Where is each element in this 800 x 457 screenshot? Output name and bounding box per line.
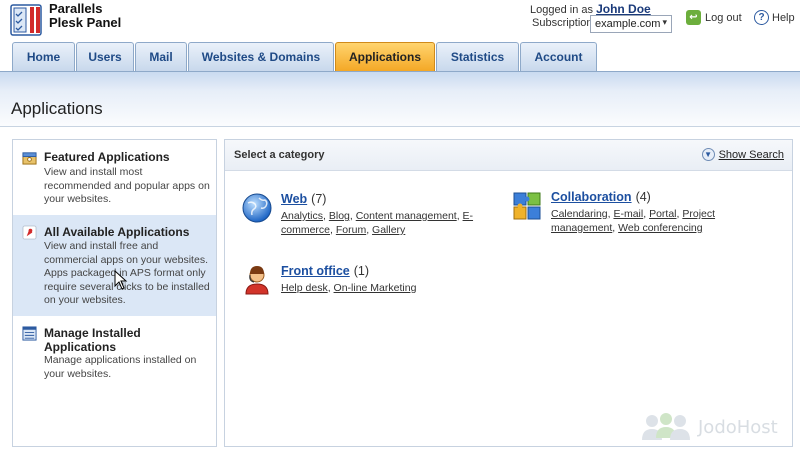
subcategory-link-content-management[interactable]: Content management <box>356 210 457 222</box>
logout-label: Log out <box>705 11 742 24</box>
parallels-logo-icon <box>10 4 42 36</box>
sidebar-item-title: All Available Applications <box>44 225 190 239</box>
category-web-link[interactable]: Web (7) <box>281 192 326 206</box>
category-name: Front office <box>281 264 350 278</box>
subcategory-link-e-mail[interactable]: E-mail <box>613 208 643 220</box>
category-collaboration-link[interactable]: Collaboration (4) <box>551 190 651 204</box>
sidebar-item-description: View and install most recommended and po… <box>44 166 210 205</box>
subcategory-link-web-conferencing[interactable]: Web conferencing <box>618 222 702 234</box>
tab-label: Home <box>26 50 61 64</box>
subscription-value: example.com <box>595 18 661 30</box>
sidebar-item-description: View and install free and commercial app… <box>44 240 210 306</box>
all-apps-icon <box>22 225 37 240</box>
category-collaboration: Collaboration (4) Calendaring, E-mail, Po… <box>511 190 751 240</box>
help-label: Help <box>772 11 795 24</box>
show-search-button[interactable]: ▼ Show Search <box>701 148 784 161</box>
category-collaboration-links: Calendaring, E-mail, Portal, Project man… <box>551 208 716 234</box>
category-front-office-link[interactable]: Front office (1) <box>281 264 369 278</box>
support-agent-icon <box>245 266 269 295</box>
sidebar-item-title: Manage Installed Applications <box>44 326 141 354</box>
tab-label: Statistics <box>450 50 505 64</box>
subcategory-link-help-desk[interactable]: Help desk <box>281 282 328 294</box>
logout-button[interactable]: ↩ Log out <box>686 10 742 25</box>
tab-websites-domains[interactable]: Websites & Domains <box>188 42 334 71</box>
category-count: (4) <box>635 190 651 204</box>
subcategory-link-blog[interactable]: Blog <box>329 210 350 222</box>
subcategory-link-calendaring[interactable]: Calendaring <box>551 208 608 220</box>
subcategory-link-portal[interactable]: Portal <box>649 208 676 220</box>
sidebar-item-manage-installed-applications[interactable]: Manage Installed Applications Manage app… <box>13 316 216 396</box>
sidebar-item-title: Featured Applications <box>44 150 170 164</box>
brand-name: Parallels Plesk Panel <box>49 2 121 30</box>
category-front-office-links: Help desk, On-line Marketing <box>281 282 417 294</box>
tab-label: Users <box>88 50 122 64</box>
category-web: Web (7) Analytics, Blog, Content manageme… <box>241 192 481 242</box>
sidebar-item-featured-applications[interactable]: Featured Applications View and install m… <box>13 140 216 215</box>
sidebar-item-description: Manage applications installed on your we… <box>44 354 197 380</box>
watermark-people-icon <box>642 413 690 440</box>
tab-label: Applications <box>348 50 421 64</box>
chevron-down-icon: ▼ <box>701 148 715 161</box>
subscription-label: Subscription <box>532 17 593 29</box>
brand-line-2: Plesk Panel <box>49 15 122 30</box>
subcategory-link-analytics[interactable]: Analytics <box>281 210 323 222</box>
subscription-select[interactable]: example.com ▾ <box>590 15 672 33</box>
mouse-cursor-icon <box>114 270 128 290</box>
sidebar-item-all-available-applications[interactable]: All Available Applications View and inst… <box>13 215 216 316</box>
login-info: Logged in as John Doe <box>530 2 651 16</box>
page-title: Applications <box>11 99 103 118</box>
featured-apps-icon <box>22 152 37 165</box>
watermark-text: JodoHost <box>698 416 778 438</box>
category-panel: Select a category ▼ Show Search Web (7) A… <box>224 139 793 447</box>
title-area <box>0 91 800 126</box>
globe-icon <box>242 193 272 223</box>
category-panel-header: Select a category ▼ Show Search <box>225 140 792 171</box>
help-icon: ? <box>754 10 769 25</box>
brand-line-1: Parallels <box>49 1 103 16</box>
installed-apps-icon <box>22 326 37 341</box>
subcategory-link-gallery[interactable]: Gallery <box>372 224 405 236</box>
category-heading: Select a category <box>234 149 325 161</box>
tab-users[interactable]: Users <box>76 42 134 71</box>
tab-statistics[interactable]: Statistics <box>436 42 519 71</box>
subcategory-link-on-line-marketing[interactable]: On-line Marketing <box>334 282 417 294</box>
category-front-office: Front office (1) Help desk, On-line Marke… <box>241 264 481 304</box>
tab-mail[interactable]: Mail <box>135 42 187 71</box>
tab-label: Account <box>534 50 583 64</box>
logout-icon: ↩ <box>686 10 701 25</box>
subcategory-link-forum[interactable]: Forum <box>336 224 366 236</box>
sidebar: Featured Applications View and install m… <box>12 139 217 447</box>
tab-label: Websites & Domains <box>201 50 321 64</box>
tab-band <box>0 71 800 91</box>
category-name: Collaboration <box>551 190 632 204</box>
tab-account[interactable]: Account <box>520 42 597 71</box>
show-search-label: Show Search <box>718 148 784 161</box>
user-name-link[interactable]: John Doe <box>596 2 651 16</box>
category-web-links: Analytics, Blog, Content management, E-c… <box>281 210 474 236</box>
category-name: Web <box>281 192 308 206</box>
category-count: (7) <box>311 192 327 206</box>
tab-home[interactable]: Home <box>12 42 75 71</box>
tab-label: Mail <box>149 50 173 64</box>
logged-in-label: Logged in as <box>530 4 593 16</box>
divider <box>0 126 800 127</box>
top-header: Parallels Plesk Panel Logged in as John … <box>0 0 800 42</box>
tab-applications[interactable]: Applications <box>335 42 435 71</box>
category-count: (1) <box>353 264 370 278</box>
puzzle-icon <box>513 192 541 220</box>
watermark: JodoHost <box>640 412 778 442</box>
chevron-down-icon: ▾ <box>662 17 667 27</box>
help-button[interactable]: ? Help <box>754 10 795 25</box>
